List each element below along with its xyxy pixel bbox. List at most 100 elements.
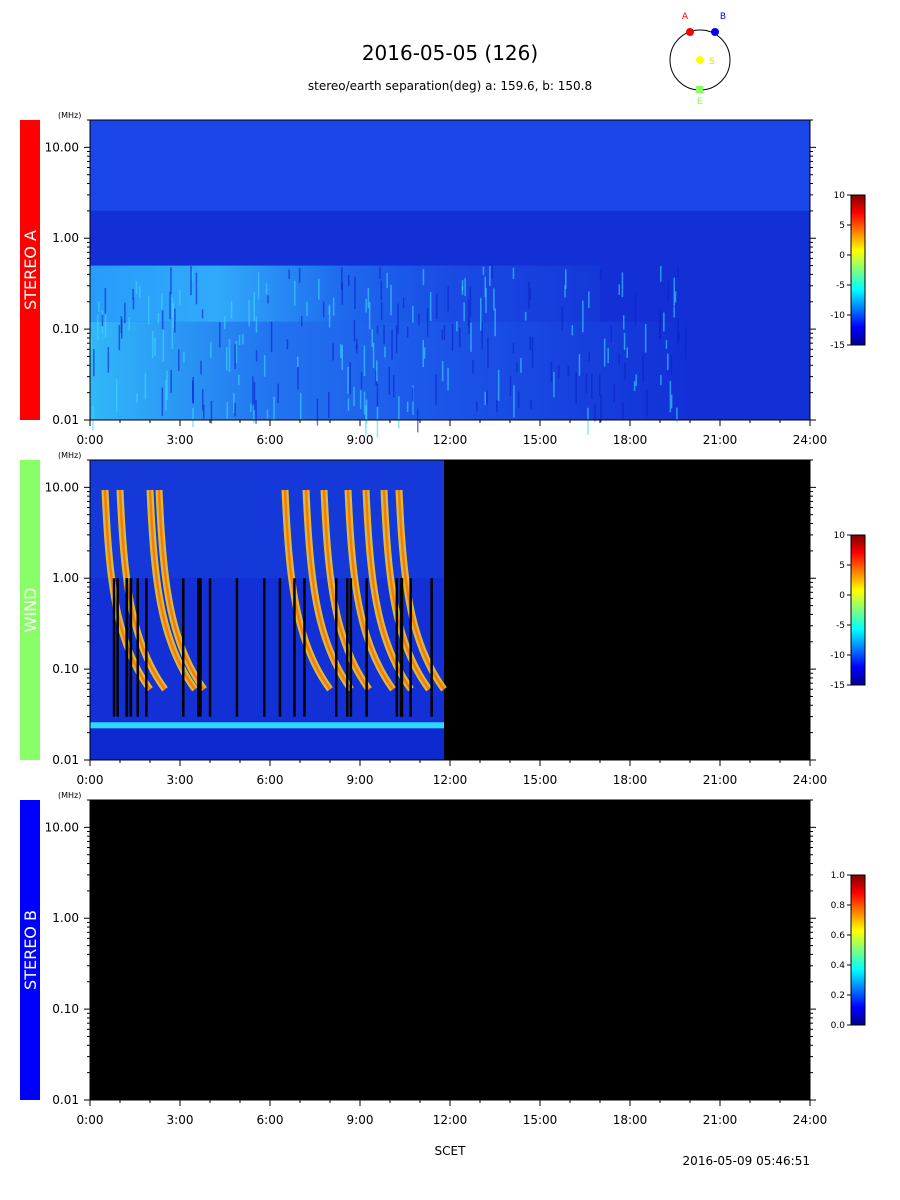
spectrogram-streak [118,325,121,351]
spectrogram-streak [157,313,160,324]
generation-timestamp: 2016-05-09 05:46:51 [683,1154,810,1168]
spectrogram-streak [267,295,269,304]
earth-marker [696,86,703,93]
x-tick-label: 3:00 [167,433,194,447]
x-tick-label: 24:00 [793,1113,828,1127]
spectrogram-streak [328,304,331,328]
stereo-a-marker [686,28,694,36]
spectrogram-streak [376,384,379,407]
spectrogram-streak [553,371,555,398]
x-tick-label: 24:00 [793,433,828,447]
spectrogram-streak [436,293,438,319]
spectrogram-streak [363,345,366,376]
spectrogram-streak [610,325,612,343]
data-gap [145,578,148,717]
x-tick-label: 3:00 [167,773,194,787]
spectrogram-streak [575,372,577,404]
spectrogram-streak [470,322,472,352]
spectrogram-streak [646,389,648,417]
spectrogram-streak [238,335,241,345]
spectrogram-streak [435,374,437,405]
spectrogram-streak [135,281,138,294]
spectrogram-streak [642,355,644,383]
spectrogram-streak [376,325,379,334]
spectrogram-streak [367,288,370,309]
spectrogram-streak [674,291,677,303]
x-tick-label: 15:00 [523,433,558,447]
spectrogram-streak [509,376,512,396]
spectrogram-streak [673,277,675,307]
spectrogram-streak [623,315,625,330]
spectrogram-streak [265,283,268,295]
spectrogram-streak [388,367,391,395]
spectrogram-streak [178,349,180,371]
spectrogram-streak [669,380,672,413]
colorbar-tick-label: -15 [830,681,845,691]
spectrogram-streak [120,316,123,334]
y-tick-label: 1.00 [52,571,79,585]
x-tick-label: 15:00 [523,1113,558,1127]
spectrogram-streak [238,374,240,386]
spectrogram-streak [406,401,409,412]
spectrogram-streak [115,379,118,413]
spectrogram-streak [301,316,303,327]
spectrogram-streak [624,362,626,380]
spectrogram-streak [667,353,669,370]
spectrogram-streak [441,329,443,340]
spectrogram-streak [391,329,393,360]
data-gap [395,578,399,717]
orbit-label-a: A [682,12,689,22]
spectrogram-streak [341,345,343,370]
spectrogram-streak [588,291,590,308]
spectrogram-streak [376,407,379,438]
spectrogram-streak [618,284,620,295]
spectrogram-streak [253,381,256,411]
spectrogram-streak [170,370,172,393]
spectrogram-streak [273,396,275,420]
spectrogram-streak [459,327,461,348]
spectrogram-streak [678,332,681,341]
colorbar-tick-label: -5 [836,281,845,291]
y-tick-label: 1.00 [52,231,79,245]
data-gap [235,578,239,717]
high-frequency-band [90,120,810,211]
spectrogram-streak [250,403,252,412]
orbit-diagram: A B S E [669,12,731,107]
spectrogram-streak [151,331,154,358]
spectrogram-streak [128,317,130,331]
spectrogram-streak [422,269,425,286]
spectrogram-streak [558,365,560,379]
spectrogram-streak [318,278,320,300]
spectrogram-streak [288,269,290,280]
spectrogram-streak [139,286,141,299]
data-gap [335,578,338,717]
spectrogram-streak [451,323,454,351]
spectrogram-panel-stereo-b: STEREO B (MHz) 10.00 1.00 0.10 0.01 0:00 3:00 6:… [20,791,866,1127]
spectrogram-streak [670,354,673,375]
colorbar-tick-label: 10 [834,191,846,201]
spectrogram-streak [482,266,485,276]
spectrogram-streak [248,299,250,327]
spectrogram-streak [550,361,553,382]
spectrogram-streak [332,297,335,316]
x-tick-label: 9:00 [347,433,374,447]
spectrogram-streak [365,298,367,313]
colorbar-tick-label: 0.6 [831,931,846,941]
spectrogram-streak [161,310,164,330]
x-tick-label: 6:00 [257,1113,284,1127]
spectrogram-streak [467,299,470,328]
x-tick-label: 12:00 [433,1113,468,1127]
data-gap [182,578,185,717]
spectrogram-streak [398,396,400,429]
emission-band [90,265,600,322]
panel-label: STEREO B [21,910,40,990]
spectrogram-streak [97,314,99,341]
x-tick-label: 9:00 [347,773,374,787]
spectrogram-streak [524,311,527,321]
spectrogram-streak [183,352,185,363]
spectrogram-streak [368,301,371,330]
spectrogram-streak [234,344,236,369]
spectrogram-streak [354,276,356,309]
x-tick-label: 15:00 [523,773,558,787]
figure-subtitle: stereo/earth separation(deg) a: 159.6, b… [308,79,592,93]
